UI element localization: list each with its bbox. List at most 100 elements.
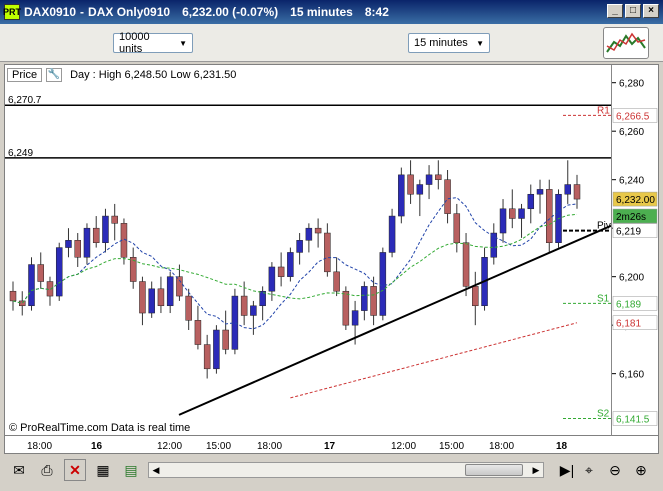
candle-body: [342, 290, 350, 326]
candle-body: [509, 208, 516, 219]
close-chart-icon[interactable]: ✕: [64, 459, 86, 481]
x-tick-label: 18:00: [257, 441, 282, 452]
ma-long-line: [12, 213, 578, 304]
indicators-icon[interactable]: ▤: [120, 459, 142, 481]
price-box-label: 6,141.5: [616, 415, 650, 426]
title-price: 6,232.00 (-0.07%): [182, 5, 279, 19]
zoom-out-icon[interactable]: ⊖: [604, 459, 626, 481]
time-axis[interactable]: 18:00 16 12:00 15:00 18:00 17 12:00 15:00 18:00 1…: [4, 436, 659, 454]
bottom-toolbar: ✉ ⎙ ✕ ▦ ▤ ▥ ◀ ▶ ▶| ⌖ ⊖ ⊕: [0, 454, 663, 491]
candle-body: [83, 227, 91, 258]
title-time: 8:42: [364, 5, 389, 19]
candle-body: [546, 189, 553, 243]
candle-body: [213, 329, 220, 370]
interval-dropdown[interactable]: 15 minutes ▼: [408, 33, 490, 53]
candle-body: [250, 305, 257, 316]
price-box-label: 6,266.5: [616, 111, 650, 122]
scroll-thumb[interactable]: [465, 464, 523, 476]
x-tick-label: 18:00: [27, 441, 52, 452]
price-box-label: 6,232.00: [616, 195, 655, 206]
price-plot[interactable]: 6,270.7 6,249 R1 Piv S1 S2 Price 🔧 Day : High…: [5, 65, 612, 437]
candle-body: [333, 271, 340, 292]
price-box-label: 6,181: [616, 319, 641, 330]
toolbar: 10000 units ▼ 15 minutes ▼: [0, 24, 663, 62]
candle-body: [416, 184, 424, 195]
candle-body: [18, 300, 26, 307]
candle-body: [435, 174, 442, 180]
chevron-down-icon: ▼: [179, 38, 187, 48]
candle-body: [185, 295, 192, 321]
candle-body: [222, 329, 229, 350]
candle-body: [65, 240, 72, 248]
scroll-right-icon[interactable]: ▶: [529, 463, 543, 477]
candle-body: [268, 266, 276, 292]
time-axis-labels: 18:00 16 12:00 15:00 18:00 17 12:00 15:00 18:00 1…: [27, 441, 568, 452]
title-bar: PRT DAX0910 - DAX Only0910 6,232.00 (-0.…: [0, 0, 663, 24]
price-label[interactable]: Price: [7, 68, 43, 82]
price-axis-labels: 6,2806,2606,2406,2206,2006,1806,1606,266…: [612, 79, 658, 426]
level-label: 6,249: [8, 148, 33, 159]
x-tick-label: 12:00: [391, 441, 416, 452]
candle-body: [277, 266, 285, 277]
candle-body: [148, 288, 155, 314]
pivot-name: R1: [597, 105, 610, 116]
mail-icon[interactable]: ✉: [8, 459, 30, 481]
scroll-left-icon[interactable]: ◀: [149, 463, 163, 477]
chart-scrollbar[interactable]: ◀ ▶: [148, 462, 544, 478]
candle-body: [379, 252, 387, 316]
candle-body: [518, 208, 525, 219]
grid-icon[interactable]: ▦: [92, 459, 114, 481]
candle-body: [139, 281, 146, 314]
y-tick-label: 6,200: [619, 273, 644, 284]
units-dropdown[interactable]: 10000 units ▼: [113, 31, 193, 55]
candle-body: [111, 215, 118, 224]
price-box-label: 6,189: [616, 299, 641, 310]
stop-icon[interactable]: ▶|: [556, 459, 578, 481]
candle-body: [564, 184, 572, 195]
candle-body: [499, 208, 507, 234]
maximize-button[interactable]: □: [625, 4, 641, 18]
chart-area[interactable]: 6,270.7 6,249 R1 Piv S1 S2 Price 🔧 Day : High…: [4, 64, 660, 437]
candle-body: [55, 247, 63, 297]
ma-red-line: [290, 322, 578, 399]
y-tick-label: 6,260: [619, 127, 644, 138]
candle-body: [296, 240, 303, 253]
candle-body: [37, 264, 44, 282]
candle-body: [9, 290, 17, 302]
candle-body: [28, 264, 35, 307]
ma-short-line: [12, 197, 578, 330]
interval-dropdown-value: 15 minutes: [414, 37, 468, 49]
chart-type-button[interactable]: [603, 27, 649, 59]
candle-body: [388, 215, 396, 253]
candle-body: [324, 232, 331, 273]
candlestick-chart: 6,270.76,249R1PivS1S2: [5, 95, 612, 420]
copyright-text: © ProRealTime.com Data is real time: [9, 422, 191, 434]
price-box-label: 2m26s: [616, 212, 646, 223]
zoom-fit-icon[interactable]: ⌖: [578, 459, 600, 481]
x-tick-label: 17: [324, 441, 336, 452]
minimize-button[interactable]: _: [607, 4, 623, 18]
candle-body: [462, 242, 470, 287]
close-button[interactable]: ×: [643, 4, 659, 18]
wrench-icon[interactable]: 🔧: [46, 68, 63, 82]
candle-body: [240, 295, 248, 316]
x-tick-label: 18: [556, 441, 568, 452]
candle-body: [370, 286, 377, 316]
candle-body: [314, 227, 322, 234]
candle-body: [194, 320, 202, 345]
candle-body: [444, 179, 451, 214]
y-tick-label: 6,160: [619, 370, 644, 381]
candle-body: [573, 184, 581, 200]
price-axis[interactable]: 6,2806,2606,2406,2206,2006,1806,1606,266…: [611, 65, 660, 437]
candle-body: [287, 252, 294, 277]
app-icon: PRT: [3, 4, 21, 20]
zoom-in-icon[interactable]: ⊕: [630, 459, 652, 481]
candle-body: [74, 240, 81, 258]
candle-body: [527, 193, 535, 210]
candle-body: [157, 288, 165, 307]
y-tick-label: 6,240: [619, 176, 644, 187]
units-dropdown-value: 10000 units: [119, 31, 150, 55]
chart-type-icon: [606, 32, 646, 53]
print-icon[interactable]: ⎙: [36, 459, 58, 481]
candle-body: [351, 310, 359, 326]
